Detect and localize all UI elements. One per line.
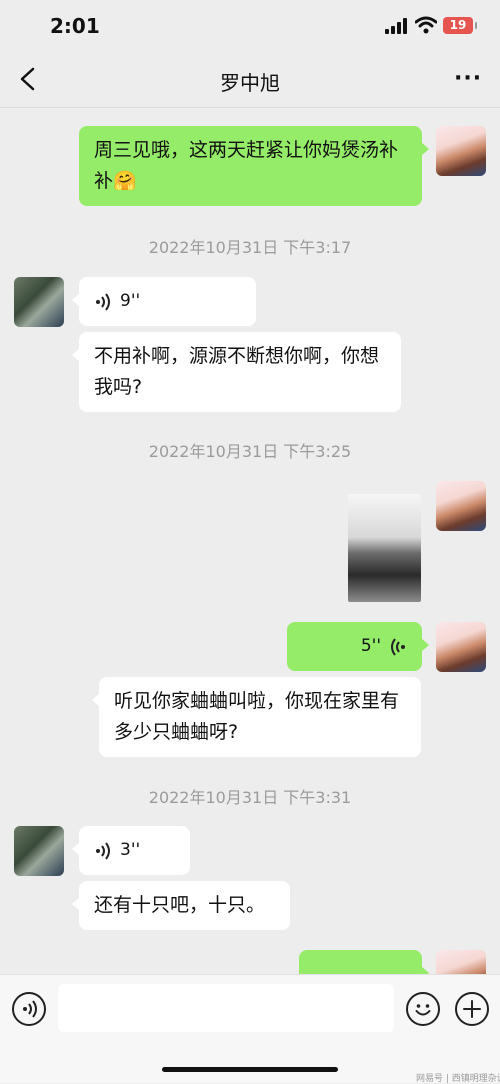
voice-duration: 3'' — [120, 840, 141, 860]
voice-wave-icon — [96, 841, 110, 860]
input-toolbar: 网易号 | 西镇明理杂谈 — [0, 974, 500, 1084]
contact-avatar[interactable] — [14, 826, 64, 876]
message-text: 听见你家蛐蛐叫啦，你现在家里有多少只蛐蛐呀? — [114, 690, 400, 743]
received-voice-message[interactable]: 9'' — [72, 277, 256, 326]
status-time: 2:01 — [50, 14, 100, 38]
voice-input-icon[interactable] — [12, 992, 46, 1026]
home-indicator — [162, 1067, 338, 1072]
chat-header: 罗中旭 ··· — [0, 52, 500, 108]
message-input[interactable] — [58, 984, 394, 1032]
my-avatar[interactable] — [436, 622, 486, 672]
voice-duration: 9'' — [120, 291, 141, 311]
voice-wave-icon — [391, 637, 405, 656]
more-options-icon[interactable]: ··· — [454, 67, 482, 91]
message-text: 还有十只吧，十只。 — [94, 894, 266, 916]
voice-wave-icon — [96, 292, 110, 311]
watermark-text: 网易号 | 西镇明理杂谈 — [416, 1074, 500, 1084]
cellular-signal-icon — [385, 18, 409, 34]
sent-voice-message[interactable]: 5'' — [287, 622, 429, 671]
status-bar: 2:01 19 — [0, 0, 500, 52]
message-text: 周三见哦，这两天赶紧让你妈煲汤补补🤗 — [94, 139, 399, 192]
contact-avatar[interactable] — [14, 277, 64, 327]
my-avatar[interactable] — [436, 481, 486, 531]
received-text-message[interactable]: 还有十只吧，十只。 — [72, 881, 290, 930]
message-timestamp: 2022年10月31日 下午3:25 — [148, 442, 352, 461]
received-text-message[interactable]: 听见你家蛐蛐叫啦，你现在家里有多少只蛐蛐呀? — [92, 677, 421, 757]
message-text: 不用补啊，源源不断想你啊，你想我吗? — [94, 345, 380, 398]
add-more-icon[interactable] — [455, 992, 489, 1026]
my-avatar[interactable] — [436, 126, 486, 176]
message-timestamp: 2022年10月31日 下午3:31 — [148, 788, 352, 807]
wifi-icon — [415, 16, 437, 34]
message-timestamp: 2022年10月31日 下午3:17 — [148, 238, 352, 257]
battery-indicator: 19 — [443, 17, 477, 34]
received-voice-message[interactable]: 3'' — [72, 826, 190, 875]
received-text-message[interactable]: 不用补啊，源源不断想你啊，你想我吗? — [72, 332, 401, 412]
emoji-icon[interactable] — [406, 992, 440, 1026]
sent-sticker-image[interactable] — [348, 494, 421, 602]
chat-title: 罗中旭 — [220, 71, 280, 95]
sent-text-message[interactable]: 周三见哦，这两天赶紧让你妈煲汤补补🤗 — [79, 126, 429, 206]
voice-duration: 5'' — [360, 636, 381, 656]
